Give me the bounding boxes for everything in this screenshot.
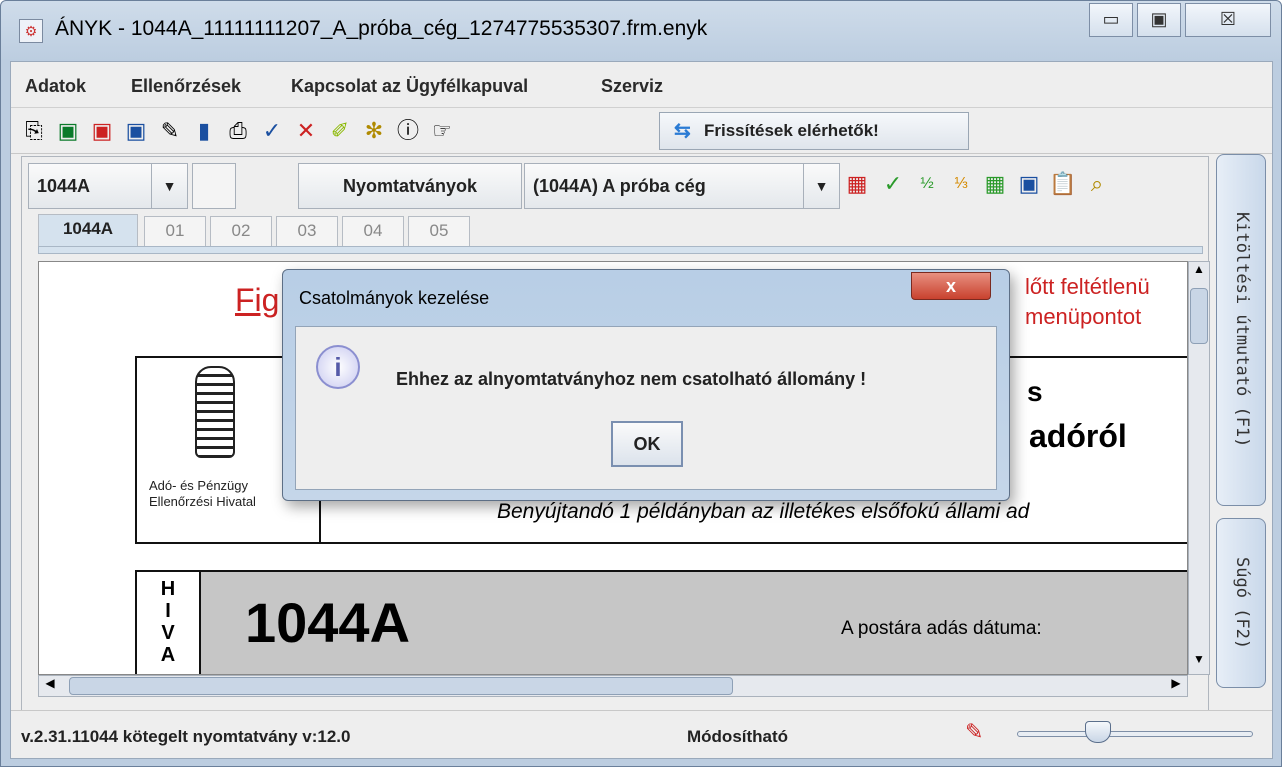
menu-szerviz[interactable]: Szerviz — [601, 76, 663, 97]
office-name-2: Ellenőrzési Hivatal — [149, 494, 256, 509]
form-save-icon[interactable]: ▣ — [1014, 169, 1044, 199]
menu-ugyfelkapu[interactable]: Kapcsolat az Ügyfélkapuval — [291, 76, 528, 97]
maximize-button[interactable]: ▣ — [1137, 3, 1181, 37]
window-title: ÁNYK - 1044A_11111111207_A_próba_cég_127… — [55, 17, 708, 40]
tab-03[interactable]: 03 — [276, 216, 338, 246]
status-bar: v.2.31.11044 kötegelt nyomtatvány v:12.0… — [11, 710, 1272, 758]
dialog-body: i Ehhez az alnyomtatványhoz nem csatolha… — [295, 326, 997, 490]
tab-strip-line — [38, 246, 1203, 254]
zoom-slider-thumb[interactable] — [1085, 721, 1111, 743]
office-name-1: Adó- és Pénzügy — [149, 478, 249, 493]
pencil-cancel-icon[interactable]: ✎ — [965, 719, 983, 745]
form-code-box: H I V A 1044A A postára adás dátuma: — [135, 570, 1187, 674]
fill-guide-button[interactable]: Kitöltési útmutató (F1) — [1216, 154, 1266, 506]
refresh-arrows-icon: ⇆ — [674, 120, 691, 142]
title-bar: ⚙ ÁNYK - 1044A_11111111207_A_próba_cég_1… — [1, 1, 1281, 61]
settings-gears-icon[interactable]: ✻ — [359, 116, 389, 146]
form-id-value: 1044A — [37, 176, 91, 196]
form-code: 1044A — [245, 591, 411, 654]
postal-date-label: A postára adás dátuma: — [841, 618, 1042, 639]
add-page-icon[interactable]: ▦ — [980, 169, 1010, 199]
submit-instructions: Benyújtandó 1 példányban az illetékes el… — [497, 500, 1030, 523]
save-delete-icon[interactable]: ▣ — [87, 116, 117, 146]
dialog-message: Ehhez az alnyomtatványhoz nem csatolható… — [396, 369, 867, 389]
version-status: v.2.31.11044 kötegelt nyomtatvány v:12.0 — [21, 727, 351, 746]
minimize-button[interactable]: ▭ — [1089, 3, 1133, 37]
updates-label: Frissítések elérhetők! — [704, 121, 879, 140]
company-combo[interactable]: (1044A) A próba cég ▼ — [524, 163, 840, 209]
scroll-down-icon[interactable]: ▼ — [1189, 652, 1209, 674]
menu-adatok[interactable]: Adatok — [25, 76, 86, 97]
scroll-left-icon[interactable]: ◀ — [39, 676, 61, 696]
pointing-hand-icon[interactable]: ☞ — [427, 116, 457, 146]
delete-x-icon[interactable]: ✕ — [291, 116, 321, 146]
copy-icon[interactable]: ⎘ — [19, 116, 49, 146]
info-book-icon[interactable]: ▮ — [189, 116, 219, 146]
new-doc-icon[interactable] — [192, 163, 236, 209]
form-id-combo[interactable]: 1044A ▼ — [28, 163, 188, 209]
tab-02[interactable]: 02 — [210, 216, 272, 246]
check-icon[interactable]: ✓ — [257, 116, 287, 146]
warning-text-right-1: lőtt feltétlenü — [1025, 274, 1150, 299]
save-as-icon[interactable]: ▣ — [121, 116, 151, 146]
notes-icon[interactable]: ✐ — [325, 116, 355, 146]
dialog-title: Csatolmányok kezelése — [299, 288, 490, 308]
zoom-slider-track[interactable] — [1017, 731, 1253, 737]
scroll-right-icon[interactable]: ▶ — [1165, 676, 1187, 696]
horizontal-scrollbar[interactable]: ◀ ▶ — [38, 675, 1188, 697]
vertical-scroll-thumb[interactable] — [1190, 288, 1208, 344]
edit-doc-icon[interactable]: ✎ — [155, 116, 185, 146]
form-check-icon[interactable]: ✓ — [878, 169, 908, 199]
warning-text-right-2: menüpontot — [1025, 304, 1142, 329]
java-app-icon: ⚙ — [19, 19, 43, 43]
about-info-icon[interactable]: ⓘ — [393, 116, 423, 146]
application-window: ⚙ ÁNYK - 1044A_11111111207_A_próba_cég_1… — [0, 0, 1282, 767]
toolbar: ⎘ ▣ ▣ ▣ ✎ ▮ ⎙ ✓ ✕ ✐ ✻ ⓘ ☞ ⇆ Frissítések … — [11, 108, 1272, 154]
menu-bar: Adatok Ellenőrzések Kapcsolat az Ügyfélk… — [11, 62, 1272, 108]
save-icon[interactable]: ▣ — [53, 116, 83, 146]
clipboard-icon[interactable]: 📋 — [1048, 169, 1078, 199]
numbering-icon[interactable]: ½ — [912, 169, 942, 199]
vertical-scrollbar[interactable]: ▲ ▼ — [1188, 261, 1210, 675]
updates-available-button[interactable]: ⇆ Frissítések elérhetők! — [659, 112, 969, 150]
heading-fragment: s — [1027, 376, 1043, 407]
tab-04[interactable]: 04 — [342, 216, 404, 246]
menu-ellenorzesek[interactable]: Ellenőrzések — [131, 76, 241, 97]
tab-01[interactable]: 01 — [144, 216, 206, 246]
edit-mode-status: Módosítható — [687, 727, 789, 746]
warning-text-left: Fig — [235, 282, 280, 318]
ok-button[interactable]: OK — [611, 421, 683, 467]
close-window-button[interactable]: ☒ — [1185, 3, 1271, 37]
horizontal-scroll-thumb[interactable] — [69, 677, 733, 695]
tab-05[interactable]: 05 — [408, 216, 470, 246]
print-icon[interactable]: ⎙ — [223, 116, 253, 146]
help-button[interactable]: Súgó (F2) — [1216, 518, 1266, 688]
heading-adorol: adóról — [1029, 418, 1127, 454]
forms-button[interactable]: Nyomtatványok — [298, 163, 522, 209]
company-value: (1044A) A próba cég — [533, 176, 706, 196]
chevron-down-icon[interactable]: ▼ — [803, 164, 839, 208]
info-icon: i — [316, 345, 360, 389]
magnifier-icon[interactable]: ⌕ — [1082, 169, 1112, 199]
renumber-icon[interactable]: ⅓ — [946, 169, 976, 199]
dialog-close-button[interactable]: x — [911, 272, 991, 300]
tab-1044a[interactable]: 1044A — [38, 214, 138, 246]
form-view-icon[interactable]: ▦ — [842, 169, 872, 199]
coat-of-arms-icon — [195, 366, 235, 458]
hivatal-vertical-label: H I V A — [137, 572, 201, 674]
attachments-dialog: Csatolmányok kezelése x i Ehhez az alnyo… — [282, 269, 1010, 501]
scroll-up-icon[interactable]: ▲ — [1189, 262, 1209, 284]
chevron-down-icon[interactable]: ▼ — [151, 164, 187, 208]
